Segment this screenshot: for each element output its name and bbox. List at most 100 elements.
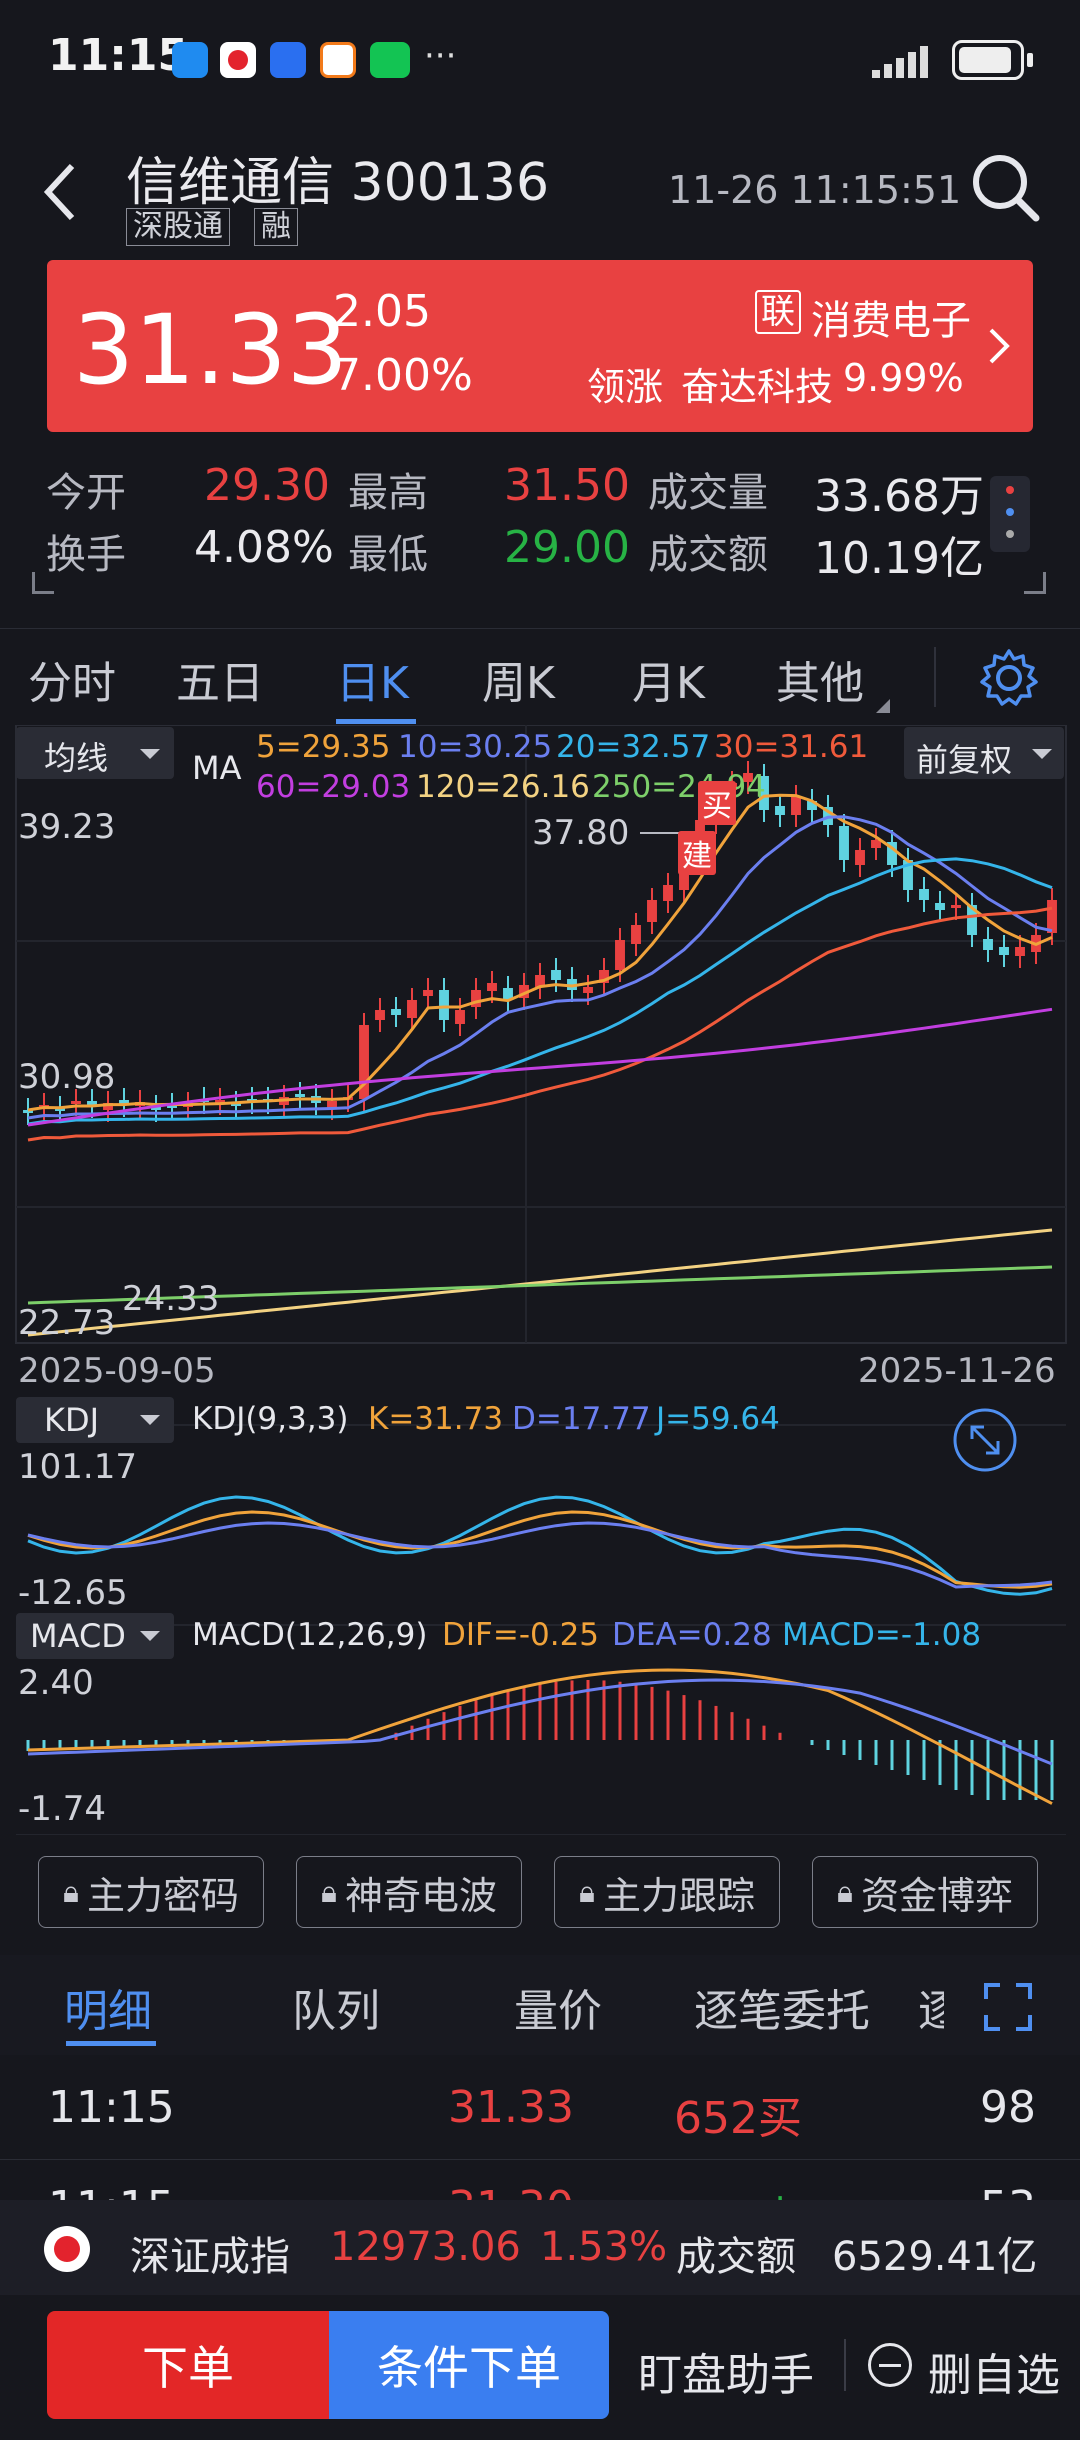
tab-monthly-k[interactable]: 月K: [632, 647, 705, 711]
candle-body: [391, 1009, 401, 1015]
feature-fund-game[interactable]: 🔒︎ 资金博弈: [812, 1856, 1038, 1928]
lock-icon: 🔒︎: [321, 1874, 337, 1910]
moving-average-lines: [27, 793, 1053, 1337]
peak-price-label: 37.80: [532, 813, 630, 853]
trade-volume: 652买: [674, 2093, 802, 2144]
tab-queue[interactable]: 队列: [292, 1975, 380, 2039]
tab-order-by-order[interactable]: 逐笔委托: [694, 1975, 870, 2039]
leader-pct: 9.99%: [843, 356, 964, 400]
fullscreen-toggle-icon[interactable]: [952, 1407, 1018, 1473]
lock-icon: 🔒︎: [63, 1874, 79, 1910]
trade-count: 98: [980, 2082, 1036, 2133]
amount-label: 成交额: [648, 532, 768, 578]
index-amount: 6529.41亿: [832, 2234, 1038, 2280]
app-blue-icon: [270, 42, 306, 78]
more-stats-button[interactable]: [990, 476, 1030, 552]
trade-price: 31.33: [448, 2082, 574, 2133]
volume-label: 成交量: [648, 470, 768, 516]
app-orange-icon: [320, 42, 356, 78]
index-amount-label: 成交额: [676, 2234, 796, 2280]
kdj-y-top: 101.17: [18, 1447, 137, 1487]
tab-intraday[interactable]: 分时: [28, 647, 116, 711]
candle-body: [583, 987, 593, 993]
ma30-value: 30=31.61: [714, 729, 869, 765]
tag-shenguton: 深股通: [126, 208, 230, 246]
low-label: 最低: [348, 532, 428, 578]
candle-body: [647, 900, 657, 922]
kdj-params: KDJ(9,3,3): [192, 1401, 349, 1437]
low-price-label: 24.33: [122, 1279, 220, 1319]
detail-tabs: 明细 队列 量价 逐笔委托 逐: [0, 1955, 1080, 2055]
macd-y-bottom: -1.74: [18, 1789, 106, 1829]
back-icon[interactable]: [40, 160, 80, 224]
chevron-down-icon: [140, 749, 160, 759]
macd-value: MACD=-1.08: [782, 1617, 982, 1653]
candle-body: [919, 889, 929, 900]
remove-icon: [868, 2343, 912, 2387]
volume-value: 33.68万: [814, 471, 984, 522]
tab-divider: [934, 647, 936, 707]
build-marker[interactable]: 建: [678, 831, 716, 875]
indicator-select[interactable]: 均线: [16, 727, 174, 779]
candle-body: [775, 806, 785, 815]
tab-other[interactable]: 其他: [776, 647, 864, 711]
quote-banner[interactable]: 31.33 2.05 7.00% 联 消费电子 领涨 奋达科技 9.99%: [47, 260, 1033, 432]
tab-daily-k[interactable]: 日K: [336, 647, 409, 711]
chevron-down-icon: [1032, 749, 1052, 759]
current-price: 31.33: [73, 294, 348, 406]
feature-main-password[interactable]: 🔒︎ 主力密码: [38, 1856, 264, 1928]
candle-body: [71, 1101, 81, 1104]
stock-header: 信维通信 300136 深股通 融 11-26 11:15:51: [0, 120, 1080, 260]
chevron-right-icon: [989, 328, 1010, 364]
tab-truncated[interactable]: 逐: [918, 1975, 944, 2039]
ma10-value: 10=30.25: [398, 729, 553, 765]
adjust-select[interactable]: 前复权: [904, 727, 1064, 779]
adjust-select-label: 前复权: [916, 741, 1013, 779]
tab-five-day[interactable]: 五日: [176, 647, 264, 711]
candle-body: [615, 940, 625, 970]
index-bar[interactable]: 深证成指 12973.06 1.53% 成交额 6529.41亿: [0, 2200, 1080, 2295]
index-pct: 1.53%: [540, 2224, 668, 2270]
signal-icon: [872, 44, 936, 78]
high-label: 最高: [348, 470, 428, 516]
kdj-select[interactable]: KDJ: [16, 1397, 174, 1443]
y-axis-top: 39.23: [18, 807, 116, 847]
conditional-order-button[interactable]: 条件下单: [329, 2311, 609, 2419]
candle-body: [551, 970, 561, 980]
table-row: 11:15 31.33 652买 98: [0, 2060, 1080, 2160]
indicator-select-label: 均线: [44, 739, 109, 777]
tab-weekly-k[interactable]: 周K: [482, 647, 555, 711]
feature-label: 主力跟踪: [602, 1873, 755, 1918]
candle-body: [423, 990, 433, 996]
high-value: 31.50: [504, 460, 630, 511]
lock-icon: 🔒︎: [579, 1874, 595, 1910]
feature-main-tracking[interactable]: 🔒︎ 主力跟踪: [554, 1856, 780, 1928]
expand-corner-left[interactable]: [32, 572, 54, 594]
feature-buttons: 🔒︎ 主力密码 🔒︎ 神奇电波 🔒︎ 主力跟踪 🔒︎ 资金博弈: [0, 1840, 1080, 1950]
settings-gear-icon[interactable]: [978, 647, 1040, 709]
tab-detail[interactable]: 明细: [64, 1975, 152, 2039]
kdj-k-line: [27, 1510, 1053, 1589]
message-icon: [172, 42, 208, 78]
candle-body: [983, 939, 993, 950]
kdj-y-bottom: -12.65: [18, 1573, 128, 1613]
ma5-value: 5=29.35: [256, 729, 391, 765]
more-notifications: ···: [424, 36, 457, 76]
candle-body: [295, 1094, 305, 1097]
remove-watchlist-button[interactable]: 删自选: [928, 2339, 1060, 2403]
index-value: 12973.06: [330, 2224, 521, 2270]
search-icon[interactable]: [966, 148, 1046, 228]
expand-icon[interactable]: [984, 1983, 1032, 2031]
expand-corner-right[interactable]: [1024, 572, 1046, 594]
ma60-value: 60=29.03: [256, 769, 411, 805]
candle-body: [935, 903, 945, 910]
price-change-pct: 7.00%: [333, 350, 473, 401]
order-button[interactable]: 下单: [47, 2311, 329, 2419]
tab-volume-price[interactable]: 量价: [514, 1975, 602, 2039]
macd-select[interactable]: MACD: [16, 1613, 174, 1659]
sector-name[interactable]: 消费电子: [811, 288, 971, 346]
feature-magic-wave[interactable]: 🔒︎ 神奇电波: [296, 1856, 522, 1928]
ma-label: MA: [192, 749, 242, 787]
watch-assistant-button[interactable]: 盯盘助手: [638, 2339, 814, 2403]
buy-marker[interactable]: 买: [698, 781, 736, 825]
